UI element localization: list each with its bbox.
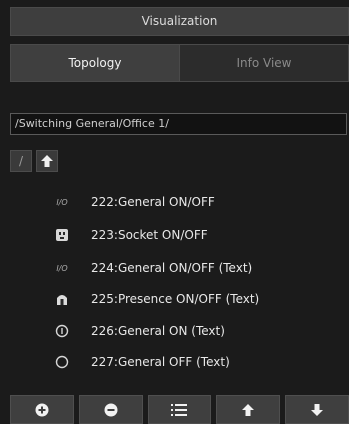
root-folder-button[interactable]: / <box>10 150 32 172</box>
move-down-icon <box>311 403 324 416</box>
list-toolbar <box>10 395 349 424</box>
list-item[interactable]: 223:Socket ON/OFF <box>10 224 347 246</box>
socket-icon <box>54 227 70 243</box>
list-item[interactable]: 225:Presence ON/OFF (Text) <box>10 288 347 310</box>
list-view-button[interactable] <box>147 395 212 424</box>
remove-button[interactable] <box>78 395 143 424</box>
tab-info-view[interactable]: Info View <box>180 44 349 82</box>
add-button[interactable] <box>10 395 74 424</box>
list-item-label: 227:General OFF (Text) <box>91 355 230 369</box>
arrow-up-icon <box>41 155 53 167</box>
io-text-icon: I/O <box>56 197 68 207</box>
list-item[interactable]: 227:General OFF (Text) <box>10 351 347 373</box>
list-item[interactable]: 226:General ON (Text) <box>10 320 347 342</box>
remove-icon <box>104 403 118 416</box>
parent-folder-button[interactable] <box>36 150 58 172</box>
root-label: / <box>18 154 24 168</box>
panel-title: Visualization <box>10 7 349 36</box>
list-item-label: 225:Presence ON/OFF (Text) <box>91 292 260 306</box>
move-up-icon <box>242 403 255 416</box>
path-input[interactable]: /Switching General/Office 1/ <box>10 113 347 135</box>
view-tabs: Topology Info View <box>10 44 349 82</box>
on-circle-icon <box>54 323 70 339</box>
presence-icon <box>54 291 70 307</box>
move-down-button[interactable] <box>285 395 349 424</box>
list-item-label: 224:General ON/OFF (Text) <box>91 261 253 275</box>
list-item[interactable]: I/O 222:General ON/OFF <box>10 191 347 213</box>
add-icon <box>35 403 49 416</box>
off-circle-icon <box>54 354 70 370</box>
tab-topology[interactable]: Topology <box>10 44 180 82</box>
list-item-label: 223:Socket ON/OFF <box>91 228 208 242</box>
list-item[interactable]: I/O 224:General ON/OFF (Text) <box>10 257 347 279</box>
object-list: I/O 222:General ON/OFF 223:Socket ON/OFF… <box>10 186 347 372</box>
move-up-button[interactable] <box>216 395 281 424</box>
list-item-label: 226:General ON (Text) <box>91 324 225 338</box>
io-text-icon: I/O <box>56 263 68 273</box>
visualization-panel: Visualization Topology Info View /Switch… <box>0 0 349 424</box>
list-item-label: 222:General ON/OFF <box>91 195 215 209</box>
list-icon <box>171 403 188 416</box>
